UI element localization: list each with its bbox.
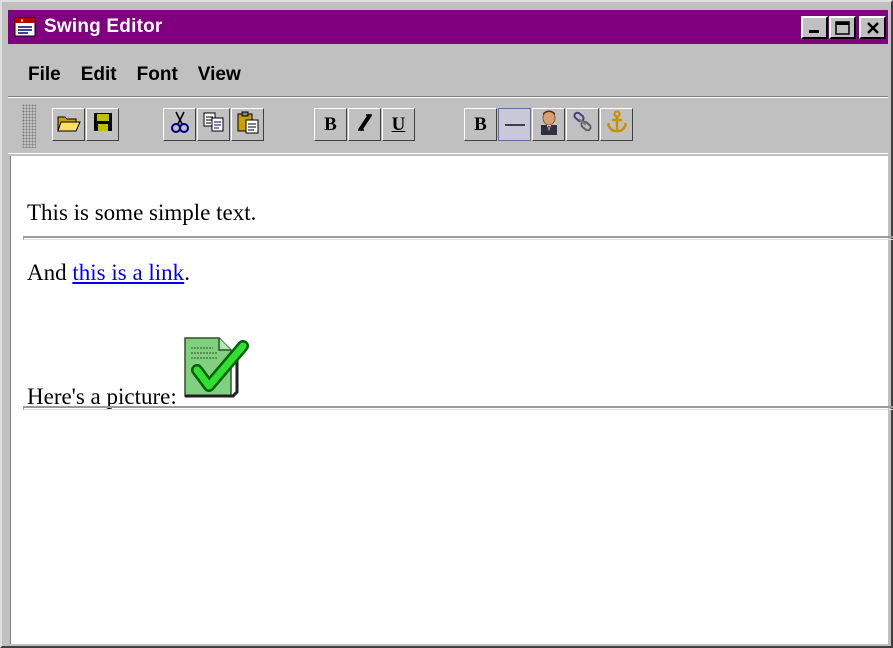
save-button[interactable] bbox=[86, 108, 119, 141]
paste-button[interactable] bbox=[231, 108, 264, 141]
menu-edit[interactable]: Edit bbox=[69, 64, 125, 86]
editor-pane[interactable]: This is some simple text. And this is a … bbox=[10, 156, 893, 644]
title-bar[interactable]: Swing Editor bbox=[8, 10, 888, 44]
menu-separator bbox=[8, 96, 888, 98]
bold-label: B bbox=[324, 113, 337, 135]
paste-icon bbox=[236, 110, 260, 140]
bold-button[interactable]: B bbox=[314, 108, 347, 141]
person-image-icon bbox=[538, 109, 560, 141]
line2-suffix: . bbox=[184, 260, 190, 285]
bold-toggle-label: B bbox=[474, 113, 487, 135]
open-folder-icon bbox=[56, 111, 81, 139]
document-line-3: Here's a picture: bbox=[23, 334, 249, 409]
insert-anchor-button[interactable] bbox=[600, 108, 633, 141]
save-disk-icon bbox=[92, 111, 114, 139]
open-button[interactable] bbox=[52, 108, 85, 141]
close-button[interactable] bbox=[859, 16, 886, 39]
document-line-1: This is some simple text. bbox=[27, 200, 257, 225]
italic-button[interactable] bbox=[348, 108, 381, 141]
toolbar-grip[interactable] bbox=[22, 104, 36, 148]
swing-editor-window: Swing Editor File Edit Font View B U B T… bbox=[0, 0, 893, 648]
horizontal-rule-icon bbox=[504, 114, 526, 136]
horizontal-rule-1 bbox=[23, 236, 893, 240]
link-icon bbox=[571, 110, 595, 140]
anchor-icon bbox=[605, 110, 629, 140]
horizontal-rule-button[interactable] bbox=[498, 108, 531, 141]
underline-label: U bbox=[391, 113, 406, 135]
cut-button[interactable] bbox=[163, 108, 196, 141]
insert-image-button[interactable] bbox=[532, 108, 565, 141]
document-line-2: And this is a link. bbox=[27, 260, 190, 286]
toolbar-separator bbox=[8, 152, 888, 154]
horizontal-rule-2 bbox=[23, 406, 893, 410]
menu-view[interactable]: View bbox=[186, 64, 249, 86]
bold-toggle-button[interactable]: B bbox=[464, 108, 497, 141]
document-link[interactable]: this is a link bbox=[72, 260, 184, 285]
menu-bar: File Edit Font View bbox=[8, 56, 888, 94]
menu-font[interactable]: Font bbox=[125, 64, 186, 86]
copy-icon bbox=[202, 111, 226, 139]
underline-button[interactable]: U bbox=[382, 108, 415, 141]
italic-icon bbox=[356, 112, 374, 138]
insert-link-button[interactable] bbox=[566, 108, 599, 141]
line2-prefix: And bbox=[27, 260, 73, 285]
document-checkmark-icon bbox=[183, 334, 249, 404]
window-title: Swing Editor bbox=[44, 16, 163, 37]
toolbar: B U B bbox=[8, 100, 888, 152]
copy-button[interactable] bbox=[197, 108, 230, 141]
minimize-button[interactable] bbox=[801, 16, 828, 39]
menu-file[interactable]: File bbox=[8, 64, 69, 86]
app-editor-icon[interactable] bbox=[12, 14, 38, 40]
cut-scissors-icon bbox=[169, 110, 191, 140]
maximize-button[interactable] bbox=[829, 16, 856, 39]
